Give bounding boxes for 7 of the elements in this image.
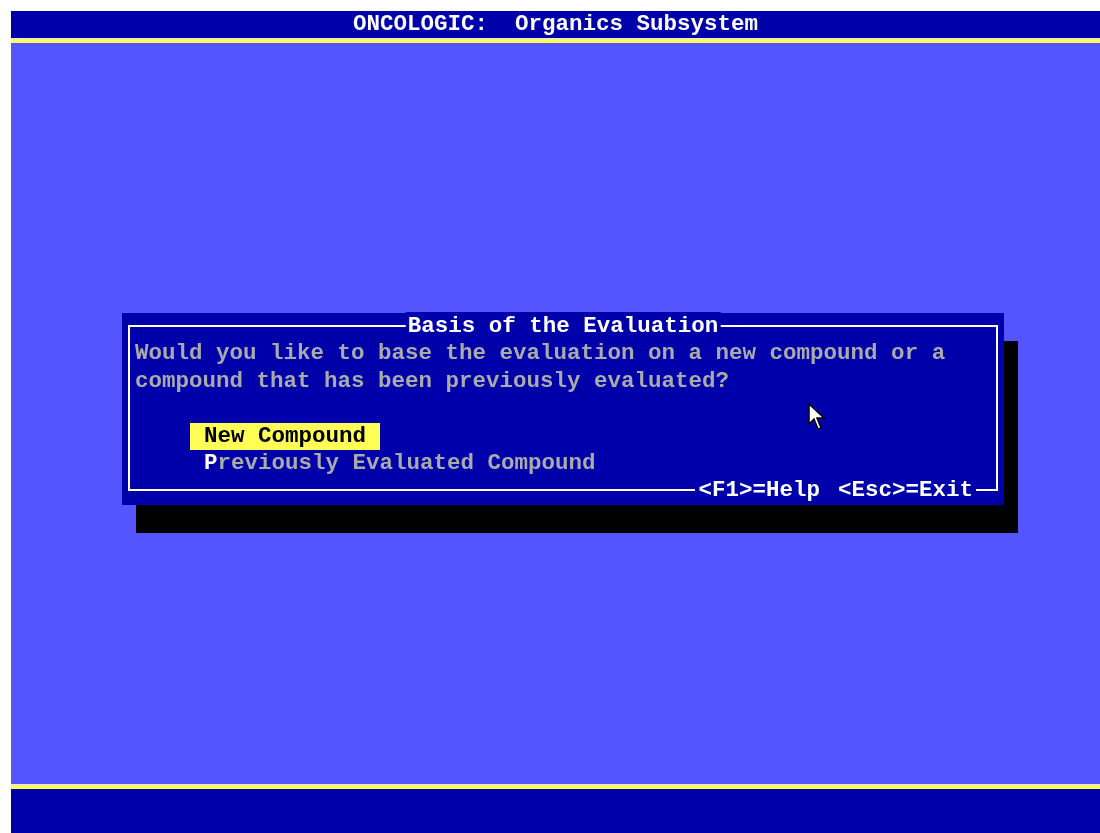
menu-option[interactable]: Previously Evaluated Compound [190, 450, 610, 477]
menu-option[interactable]: New Compound [190, 423, 381, 450]
mouse-pointer-icon [808, 403, 828, 431]
prompt-text: Would you like to base the evaluation on a new compound or a compound that has been previously evaluated? [135, 339, 947, 395]
key-hint: <Esc>=Exit [837, 476, 973, 504]
app-title: ONCOLOGIC: Organics Subsystem [352, 11, 759, 38]
key-hint: <F1>=Help [698, 476, 820, 504]
